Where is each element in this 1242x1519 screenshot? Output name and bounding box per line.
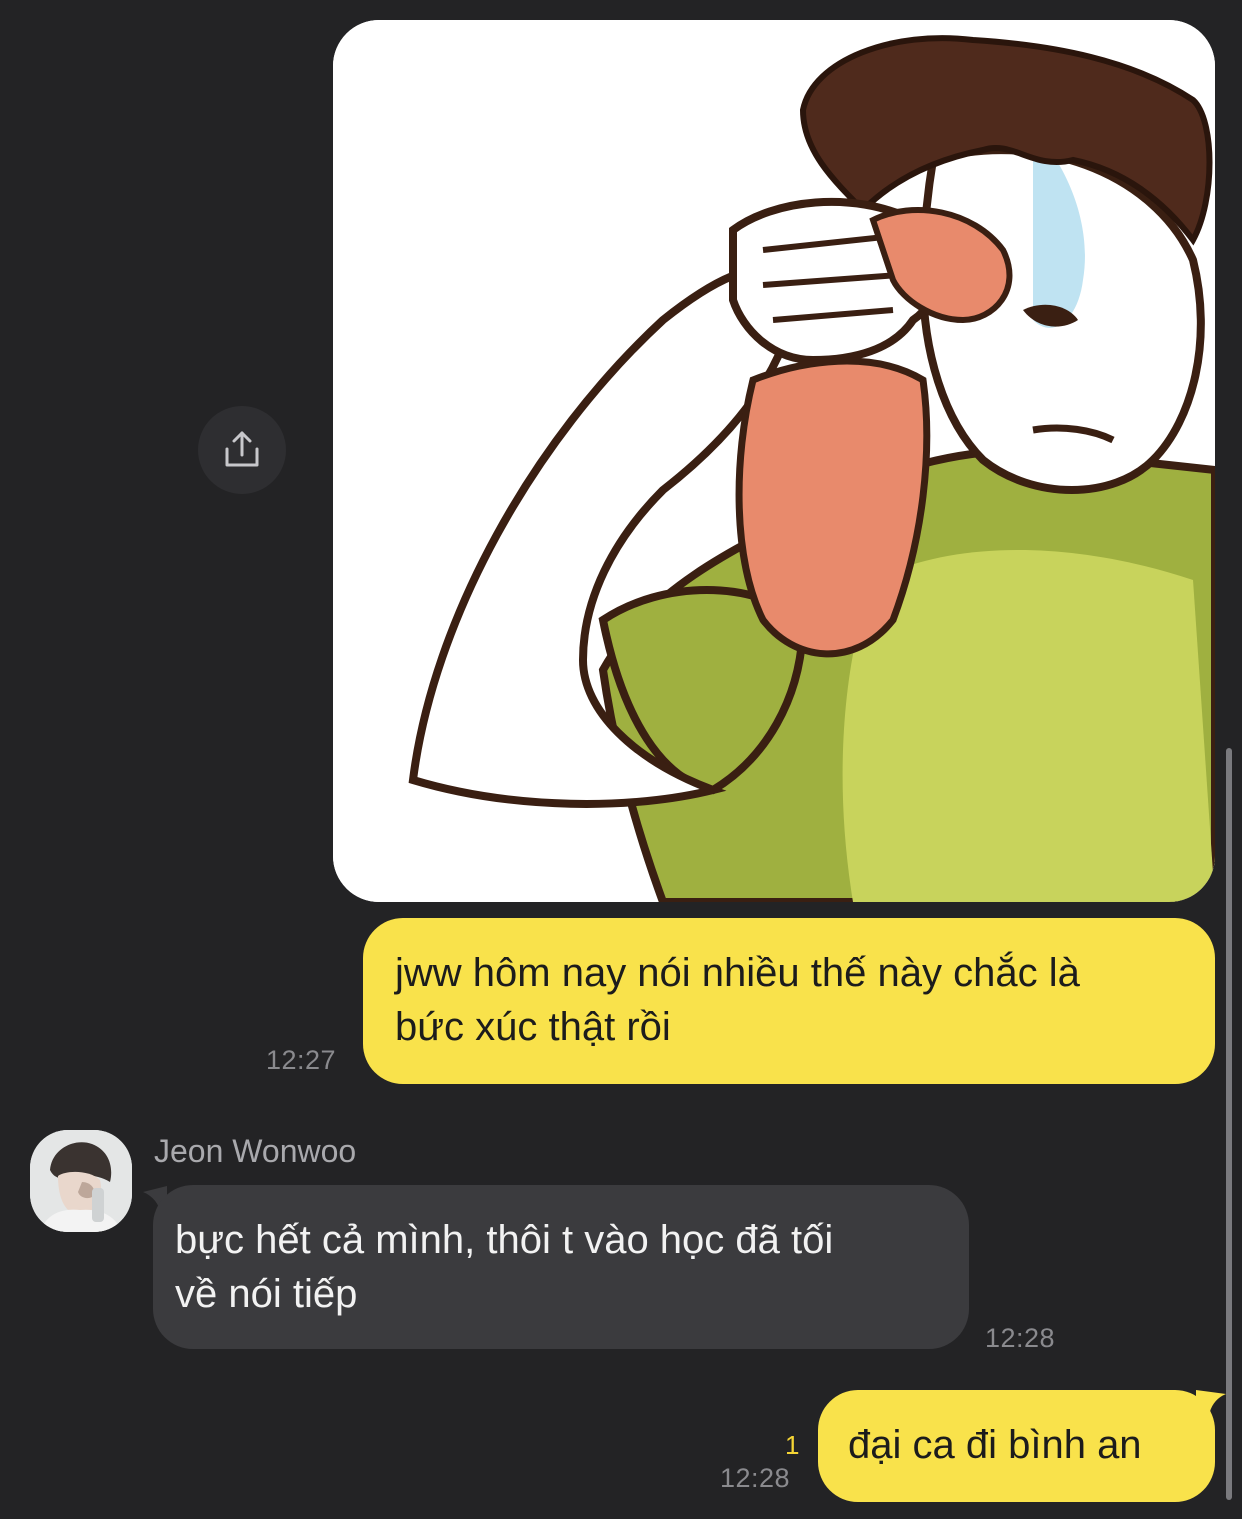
message-timestamp: 12:27 [266, 1045, 337, 1075]
sender-name: Jeon Wonwoo [154, 1133, 357, 1169]
outgoing-message-bubble[interactable]: jww hôm nay nói nhiều thế này chắc là bứ… [363, 918, 1215, 1084]
incoming-message-bubble[interactable]: bực hết cả mình, thôi t vào học đã tối v… [153, 1185, 969, 1349]
outgoing-message-bubble[interactable]: đại ca đi bình an [818, 1390, 1215, 1502]
share-button[interactable] [198, 406, 286, 494]
image-message[interactable] [333, 20, 1215, 902]
message-timestamp: 12:28 [985, 1323, 1056, 1353]
sweating-man-meme-image [333, 20, 1215, 902]
chat-screen: jww hôm nay nói nhiều thế này chắc là bứ… [0, 0, 1242, 1519]
unread-count-badge: 1 [785, 1430, 800, 1460]
profile-photo-icon [30, 1130, 132, 1232]
share-upload-icon [225, 431, 259, 467]
scrollbar[interactable] [1226, 748, 1232, 1500]
message-timestamp: 12:28 [720, 1463, 791, 1493]
avatar[interactable] [30, 1130, 132, 1232]
